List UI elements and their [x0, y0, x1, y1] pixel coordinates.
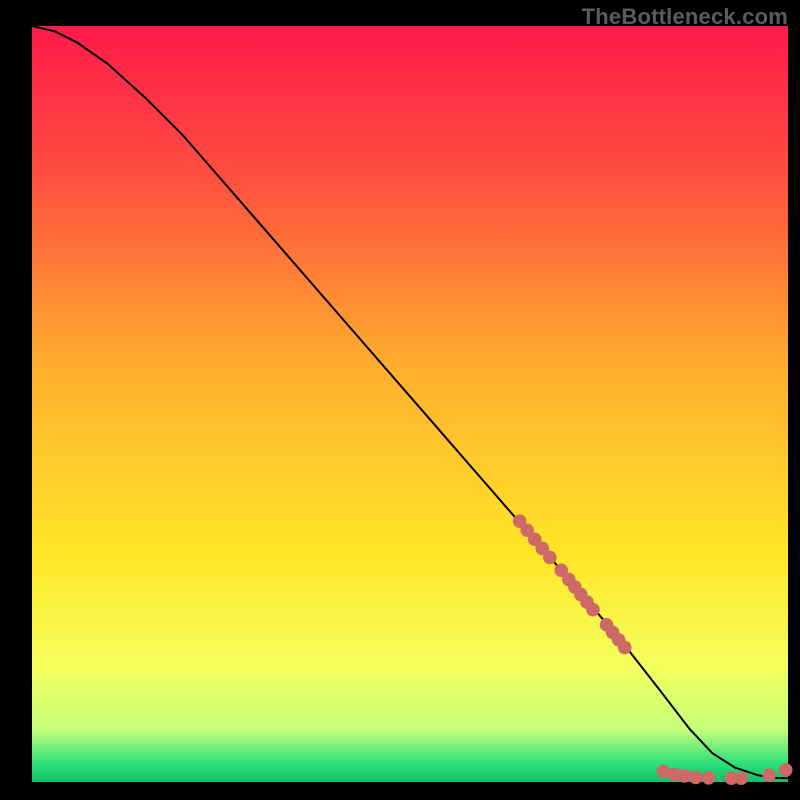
- marker-dot: [543, 551, 557, 565]
- marker-dot: [762, 768, 776, 782]
- plot-background: [32, 26, 788, 782]
- chart-stage: TheBottleneck.com: [0, 0, 800, 800]
- chart-svg: [0, 0, 800, 800]
- marker-dot: [702, 771, 716, 785]
- marker-dot: [779, 763, 793, 777]
- marker-dot: [689, 771, 703, 785]
- marker-dot: [734, 771, 748, 785]
- marker-dot: [618, 641, 632, 655]
- marker-dot: [656, 765, 670, 779]
- marker-dot: [586, 603, 600, 617]
